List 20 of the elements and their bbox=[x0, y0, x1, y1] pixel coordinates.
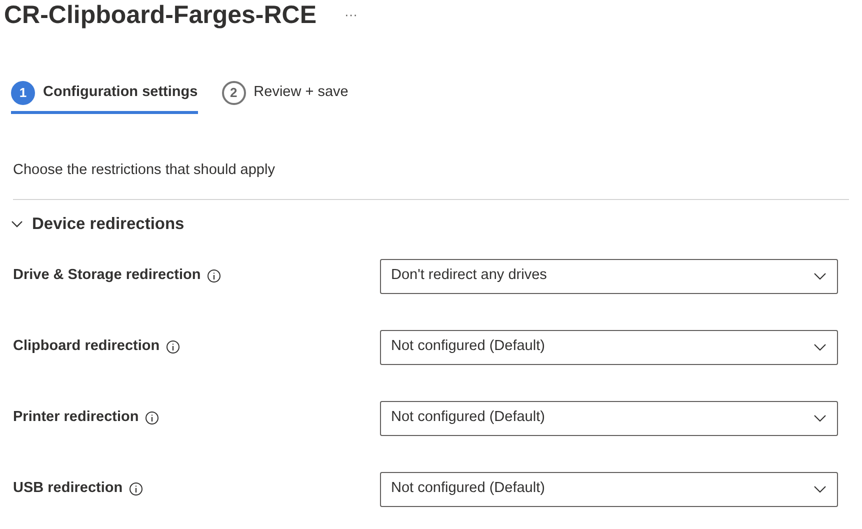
step-number: 2 bbox=[222, 80, 246, 104]
info-icon bbox=[166, 340, 180, 354]
info-icon bbox=[206, 269, 221, 284]
more-button[interactable]: ··· bbox=[340, 5, 362, 25]
dropdown-field[interactable]: Not configured (Default) bbox=[380, 472, 838, 507]
setting-label: USB redirection bbox=[13, 479, 123, 498]
info-icon bbox=[144, 411, 159, 426]
setting-label: Drive & Storage redirection bbox=[13, 266, 201, 286]
page-title: CR-Clipboard-Farges-RCE bbox=[4, 0, 317, 30]
setting-label: Printer redirection bbox=[13, 408, 139, 428]
step-tab[interactable]: 2 Review + save bbox=[222, 74, 348, 114]
step-number: 1 bbox=[11, 80, 35, 104]
intro-text: Choose the restrictions that should apply bbox=[13, 161, 275, 180]
dropdown-field[interactable]: Not configured (Default) bbox=[380, 330, 838, 365]
step-tab[interactable]: 1 Configuration settings bbox=[11, 74, 198, 114]
setting-label: Clipboard redirection bbox=[13, 337, 160, 356]
dropdown-field[interactable]: Don't redirect any drives bbox=[380, 258, 838, 294]
section-header[interactable]: Device redirections bbox=[10, 212, 184, 237]
dropdown-field[interactable]: Not configured (Default) bbox=[380, 400, 838, 436]
info-icon bbox=[128, 482, 143, 496]
